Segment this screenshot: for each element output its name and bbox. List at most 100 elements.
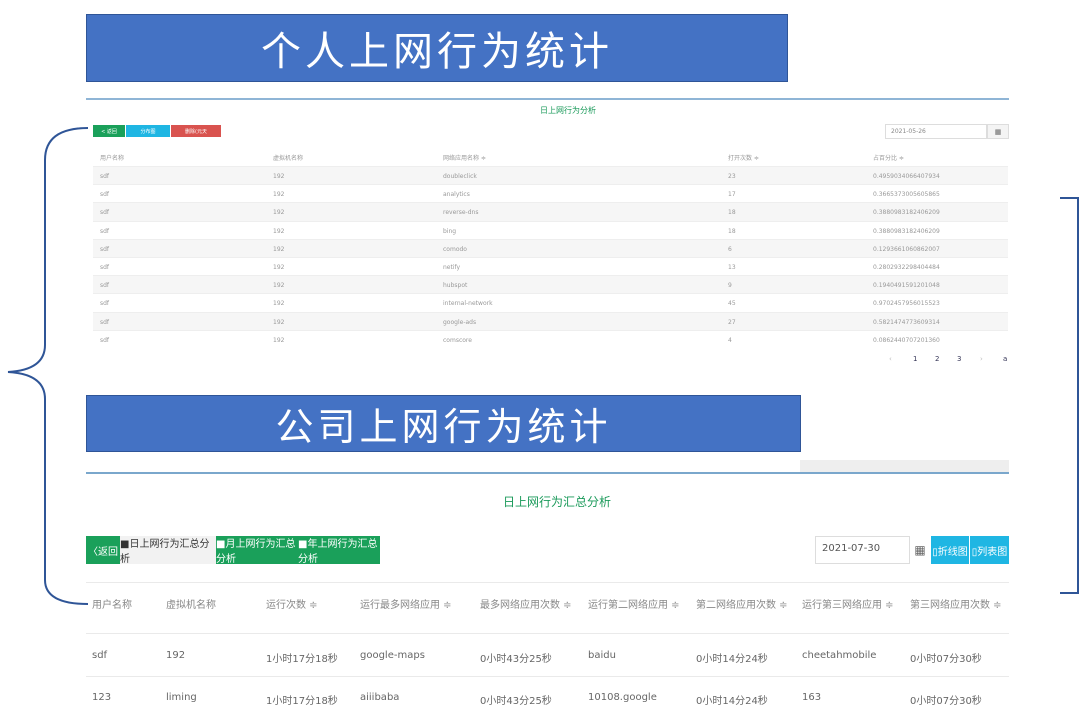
- table-cell: comodo: [443, 245, 467, 253]
- table-cell: sdf: [100, 173, 110, 180]
- table-cell: 192: [273, 245, 285, 253]
- table-cell: 0.0862440707201360: [873, 336, 940, 344]
- table-cell: sdf: [100, 336, 110, 344]
- panel2-title: 日上网行为汇总分析: [503, 495, 612, 509]
- chart-button[interactable]: 分布图: [126, 125, 170, 137]
- table-cell: 4: [728, 336, 732, 344]
- table-cell: google-ads: [443, 318, 477, 326]
- delete-button[interactable]: 删除(元天: [171, 125, 221, 137]
- table-cell: google-maps: [360, 650, 425, 661]
- table-cell: sdf: [100, 300, 110, 308]
- panel1-top-line: [86, 98, 1009, 100]
- table-cell: 18: [728, 209, 736, 217]
- table-cell: 0小时14分24秒: [696, 654, 768, 665]
- panel1-table-header: 用户名称 虚拟机名称 网络应用名称 ≑ 打开次数 ≑ 占百分比 ≑: [93, 150, 1008, 166]
- table-cell: internal-network: [443, 300, 493, 308]
- panel2-date-input[interactable]: 2021-07-30: [815, 536, 910, 564]
- col-header[interactable]: 运行最多网络应用 ≑: [360, 596, 452, 611]
- table-cell: 0小时43分25秒: [480, 696, 552, 707]
- table-cell: 9: [728, 282, 732, 290]
- table-cell: 27: [728, 318, 736, 326]
- table-cell: 0.9702457956015523: [873, 300, 940, 308]
- tab-daily-summary[interactable]: ■日上网行为汇总分析: [120, 536, 216, 565]
- table-row: sdf 192 netify 13 0.2802932298404484: [93, 257, 1008, 276]
- table-cell: 45: [728, 300, 736, 308]
- col-header[interactable]: 打开次数 ≑: [728, 153, 759, 162]
- table-row: sdf 192 internal-network 45 0.97024579560155…: [93, 293, 1008, 312]
- table-cell: 0小时14分24秒: [696, 696, 768, 707]
- panel2-top-line: [86, 472, 1009, 474]
- table-cell: baidu: [588, 650, 616, 661]
- table-cell: 0小时07分30秒: [910, 654, 982, 665]
- tab-monthly-summary[interactable]: ■月上网行为汇总分析: [216, 536, 298, 565]
- table-cell: 1小时17分18秒: [266, 654, 338, 665]
- col-header[interactable]: 运行第三网络应用 ≑: [802, 596, 894, 611]
- line-chart-button[interactable]: ▯折线图: [931, 536, 969, 564]
- table-cell: sdf: [100, 227, 110, 235]
- pager-page-2[interactable]: 2: [935, 355, 939, 363]
- table-row: sdf 192 hubspot 9 0.1940491591201048: [93, 275, 1008, 295]
- pager-prev[interactable]: ‹: [889, 355, 892, 363]
- back-button[interactable]: < 返回: [93, 125, 125, 137]
- table-cell: 1小时17分18秒: [266, 696, 338, 707]
- panel2-header-top-line: [86, 582, 1009, 583]
- table-cell: reverse-dns: [443, 209, 479, 217]
- table-cell: cheetahmobile: [802, 650, 877, 661]
- table-cell: 10108.google: [588, 692, 657, 703]
- col-header[interactable]: 用户名称: [100, 153, 124, 162]
- table-cell: sdf: [100, 282, 110, 290]
- right-bracket: [1060, 197, 1079, 594]
- col-header[interactable]: 第二网络应用次数 ≑: [696, 596, 788, 611]
- panel2-calendar-icon[interactable]: ▦: [910, 536, 930, 564]
- table-row: sdf 192 comodo 6 0.1293661060862007: [93, 238, 1008, 258]
- pager-page-1[interactable]: 1: [913, 355, 917, 363]
- panel2-header-bottom-line: [86, 633, 1009, 634]
- tab-yearly-summary[interactable]: ■年上网行为汇总分析: [298, 536, 380, 565]
- table-cell: 0小时43分25秒: [480, 654, 552, 665]
- table-cell: 6: [728, 245, 732, 253]
- table-cell: 123: [92, 692, 112, 703]
- table-cell: 192: [273, 173, 285, 180]
- table-cell: sdf: [92, 650, 108, 661]
- panel2-date-value: 2021-07-30: [822, 543, 881, 554]
- pager-next[interactable]: ›: [980, 355, 983, 363]
- table-cell: doubleclick: [443, 173, 477, 180]
- left-brace: [7, 127, 89, 605]
- personal-stats-banner: 个人上网行为统计: [86, 14, 788, 82]
- col-header[interactable]: 用户名称: [92, 596, 132, 611]
- table-cell: 163: [802, 692, 822, 703]
- col-header[interactable]: 运行次数 ≑: [266, 596, 318, 611]
- panel1-calendar-icon[interactable]: ▦: [987, 124, 1009, 139]
- col-header[interactable]: 占百分比 ≑: [873, 153, 904, 162]
- table-cell: sdf: [100, 191, 110, 199]
- col-header[interactable]: 虚拟机名称: [166, 596, 216, 611]
- table-row: sdf 192 comscore 4 0.0862440707201360: [93, 329, 1008, 349]
- table-cell: 192: [273, 209, 285, 217]
- list-chart-button[interactable]: ▯列表图: [970, 536, 1009, 564]
- panel1-date-input[interactable]: 2021-05-26: [885, 124, 987, 139]
- table-cell: 192: [273, 191, 285, 199]
- table-cell: 0.2802932298404484: [873, 264, 940, 271]
- panel2-gray-strip: [800, 460, 1009, 472]
- table-cell: 18: [728, 227, 736, 235]
- col-header[interactable]: 最多网络应用次数 ≑: [480, 596, 572, 611]
- col-header[interactable]: 虚拟机名称: [273, 153, 303, 162]
- table-cell: 192: [273, 336, 285, 344]
- pager-page-3[interactable]: 3: [957, 355, 961, 363]
- table-row: sdf 192 reverse-dns 18 0.3880983182406209: [93, 202, 1008, 222]
- table-cell: 0小时07分30秒: [910, 696, 982, 707]
- col-header[interactable]: 网络应用名称 ≑: [443, 153, 486, 162]
- col-header[interactable]: 第三网络应用次数 ≑: [910, 596, 1002, 611]
- table-cell: sdf: [100, 264, 110, 271]
- table-row: sdf 192 doubleclick 23 0.4959034066407934: [93, 166, 1008, 185]
- pager-last[interactable]: a: [1003, 355, 1007, 363]
- panel2-row-line: [86, 676, 1009, 677]
- table-cell: aiiibaba: [360, 692, 400, 703]
- table-cell: 192: [273, 264, 285, 271]
- col-header[interactable]: 运行第二网络应用 ≑: [588, 596, 680, 611]
- table-cell: hubspot: [443, 282, 468, 290]
- table-cell: 0.1940491591201048: [873, 282, 940, 290]
- table-cell: 192: [273, 300, 285, 308]
- table-cell: 0.5821474773609314: [873, 318, 940, 326]
- panel2-back-button[interactable]: 〈返回: [86, 536, 120, 564]
